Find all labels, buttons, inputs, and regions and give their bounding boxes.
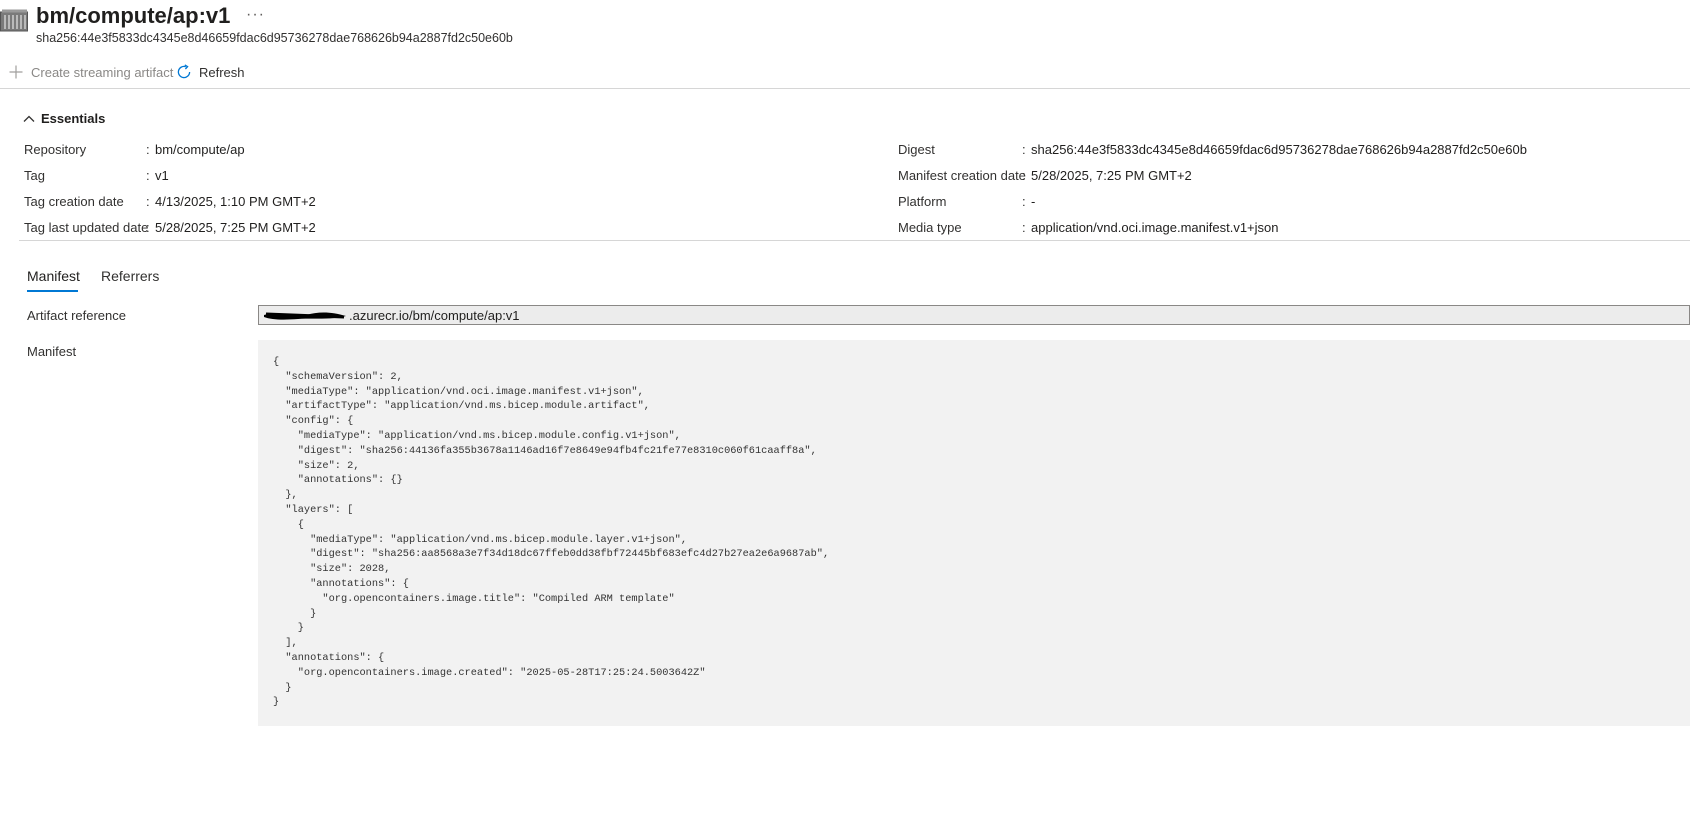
create-streaming-artifact-button[interactable]: Create streaming artifact [7,62,173,82]
tag-creation-date-label: Tag creation date [24,194,124,209]
page-subtitle-digest: sha256:44e3f5833dc4345e8d46659fdac6d9573… [36,31,513,45]
manifest-code-block: { "schemaVersion": 2, "mediaType": "appl… [258,340,1690,726]
manifest-json: { "schemaVersion": 2, "mediaType": "appl… [273,356,830,709]
repository-value: bm/compute/ap [155,142,245,157]
tag-last-updated-date-value: 5/28/2025, 7:25 PM GMT+2 [155,220,316,235]
tab-manifest[interactable]: Manifest [27,268,80,284]
artifact-reference-field[interactable]: .azurecr.io/bm/compute/ap:v1 [258,305,1690,325]
refresh-label: Refresh [199,64,245,80]
tag-last-updated-date-label: Tag last updated date [24,220,149,235]
platform-label: Platform [898,194,947,209]
separator: : [1022,220,1026,235]
artifact-reference-value: .azurecr.io/bm/compute/ap:v1 [349,308,520,323]
artifact-reference-label: Artifact reference [27,308,126,323]
repository-label: Repository [24,142,87,157]
redaction-mark [262,309,348,321]
separator: : [1022,168,1026,183]
separator: : [1022,142,1026,157]
container-registry-icon [0,9,30,33]
create-streaming-artifact-label: Create streaming artifact [31,64,174,80]
separator: : [146,142,150,157]
manifest-label: Manifest [27,344,77,359]
essentials-toggle[interactable]: Essentials [22,111,105,126]
media-type-label: Media type [898,220,962,235]
toolbar-divider [0,88,1690,89]
media-type-value: application/vnd.oci.image.manifest.v1+js… [1031,220,1279,235]
separator: : [146,168,150,183]
tag-creation-date-value: 4/13/2025, 1:10 PM GMT+2 [155,194,316,209]
page-title: bm/compute/ap:v1 [36,3,231,28]
tag-value: v1 [155,168,169,183]
platform-value: - [1031,194,1036,209]
essentials-label: Essentials [41,111,106,126]
tab-referrers[interactable]: Referrers [101,268,159,284]
tag-label: Tag [24,168,45,183]
more-actions-button[interactable]: ··· [246,6,265,24]
active-tab-indicator [27,290,78,292]
refresh-button[interactable]: Refresh [175,62,245,82]
separator: : [146,220,150,235]
essentials-divider [19,240,1690,241]
refresh-icon [175,63,193,81]
manifest-creation-date-value: 5/28/2025, 7:25 PM GMT+2 [1031,168,1192,183]
manifest-creation-date-label: Manifest creation date [898,168,1026,183]
digest-value: sha256:44e3f5833dc4345e8d46659fdac6d9573… [1031,142,1527,157]
plus-icon [7,63,25,81]
separator: : [1022,194,1026,209]
digest-label: Digest [898,142,935,157]
separator: : [146,194,150,209]
chevron-up-icon [22,112,36,126]
